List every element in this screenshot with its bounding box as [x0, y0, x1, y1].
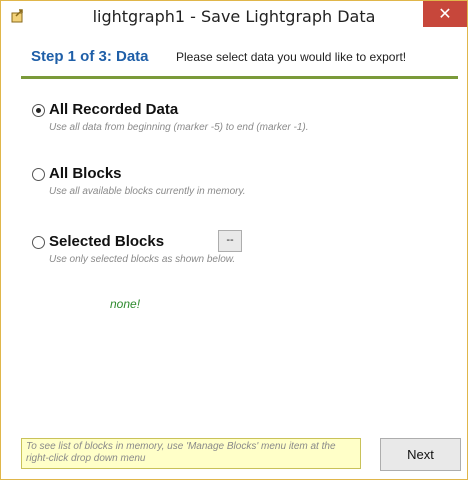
option-description: Use all data from beginning (marker -5) …: [49, 122, 309, 133]
next-button[interactable]: Next: [380, 438, 461, 471]
hint-box: To see list of blocks in memory, use 'Ma…: [21, 438, 361, 469]
step-description: Please select data you would like to exp…: [176, 50, 407, 64]
close-icon: ✕: [438, 6, 452, 23]
option-label[interactable]: All Recorded Data: [49, 101, 178, 118]
header-divider: [21, 76, 458, 79]
window-title: lightgraph1 - Save Lightgraph Data: [92, 7, 376, 26]
save-lightgraph-dialog: lightgraph1 - Save Lightgraph Data ✕ Ste…: [0, 0, 468, 480]
option-description: Use all available blocks currently in me…: [49, 186, 246, 197]
step-title: Step 1 of 3: Data: [31, 48, 149, 65]
title-bar[interactable]: lightgraph1 - Save Lightgraph Data ✕: [1, 1, 467, 31]
radio-selected-blocks[interactable]: [32, 236, 45, 249]
option-description: Use only selected blocks as shown below.: [49, 254, 236, 265]
radio-all-recorded-data[interactable]: [32, 104, 45, 117]
option-label[interactable]: Selected Blocks: [49, 233, 164, 250]
step-header: Step 1 of 3: Data Please select data you…: [19, 43, 459, 69]
select-blocks-button[interactable]: --: [218, 230, 242, 252]
selection-status: none!: [110, 297, 141, 311]
close-button[interactable]: ✕: [423, 1, 467, 27]
radio-all-blocks[interactable]: [32, 168, 45, 181]
option-label[interactable]: All Blocks: [49, 165, 122, 182]
